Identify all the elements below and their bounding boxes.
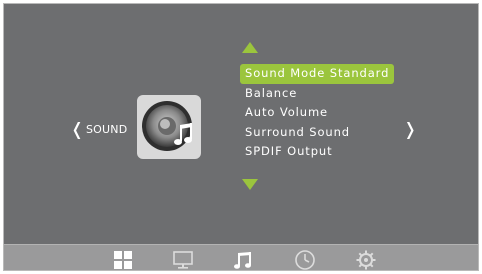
tv-osd-screen: ❬ SOUND Sound Mode Standard Balance Auto… [3,3,479,271]
next-section-arrow[interactable]: ❭ [403,120,417,140]
section-title: SOUND [86,123,128,136]
speaker-icon [137,95,201,159]
menu-item-sound-mode[interactable]: Sound Mode Standard [240,64,395,84]
menu-item-surround-sound[interactable]: Surround Sound [240,123,394,143]
previous-section-arrow[interactable]: ❬ [70,120,84,140]
clock-icon[interactable] [294,249,316,270]
sound-menu-list: Sound Mode Standard Balance Auto Volume … [240,64,395,162]
menu-item-spdif-output[interactable]: SPDIF Output [240,142,394,162]
menu-item-balance[interactable]: Balance [240,84,394,104]
gear-icon[interactable] [355,249,377,270]
scroll-up-arrow-icon[interactable] [242,42,258,53]
music-note-icon[interactable] [233,249,255,270]
menu-item-auto-volume[interactable]: Auto Volume [240,103,394,123]
bottom-menu-bar [4,244,478,270]
monitor-icon[interactable] [172,249,194,270]
scroll-down-arrow-icon[interactable] [242,179,258,190]
picture-grid-icon[interactable] [112,249,134,270]
